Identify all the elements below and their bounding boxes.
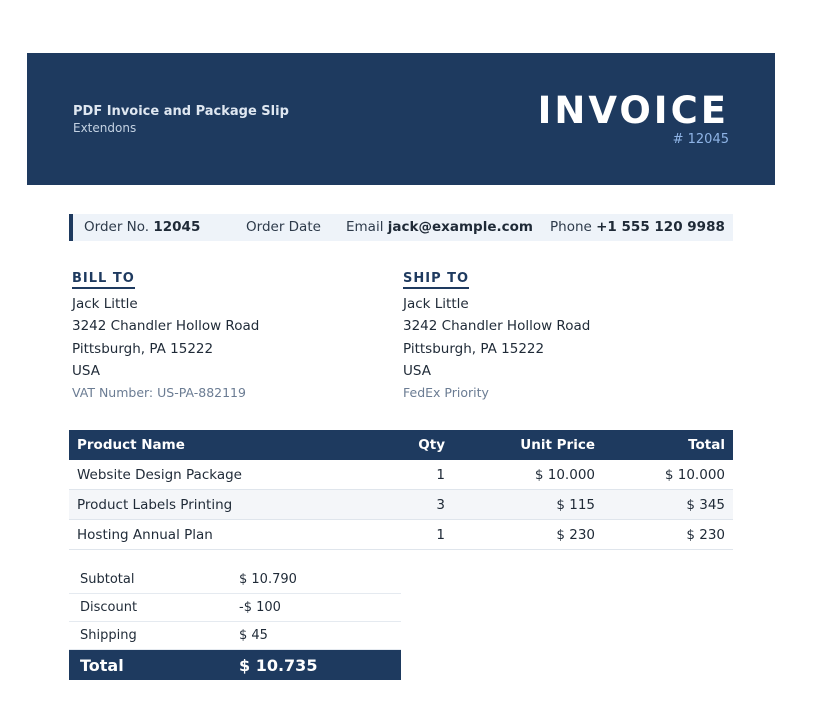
- items-table: Product Name Qty Unit Price Total Websit…: [69, 430, 733, 550]
- phone-value: +1 555 120 9988: [596, 219, 725, 235]
- invoice-title: INVOICE: [537, 89, 729, 132]
- grand-total-row: Total $ 10.735: [69, 649, 401, 680]
- line-total: $ 230: [603, 519, 733, 550]
- unit-price: $ 115: [453, 489, 603, 520]
- col-unit-price: Unit Price: [453, 430, 603, 460]
- bill-to-name: Jack Little: [72, 296, 138, 312]
- subtotal-label: Subtotal: [69, 566, 228, 594]
- product-name: Website Design Package: [69, 460, 389, 490]
- total-value: $ 10.735: [228, 649, 401, 680]
- discount-label: Discount: [69, 593, 228, 622]
- ship-to-street: 3242 Chandler Hollow Road: [403, 318, 591, 335]
- ship-to-block: SHIP TO Jack Little 3242 Chandler Hollow…: [403, 270, 590, 404]
- brand-block: PDF Invoice and Package Slip Extendons: [73, 104, 289, 136]
- subtotal-value: $ 10.790: [228, 566, 401, 594]
- line-total: $ 345: [603, 489, 733, 520]
- order-number-label: Order No.: [84, 219, 150, 235]
- phone-label: Phone: [550, 219, 592, 235]
- col-qty: Qty: [389, 430, 453, 460]
- unit-price: $ 230: [453, 519, 603, 550]
- bill-to-country: USA: [72, 362, 100, 379]
- shipping-method: FedEx Priority: [403, 385, 489, 401]
- bill-to-heading: BILL TO: [72, 271, 135, 289]
- qty: 1: [389, 519, 453, 550]
- items-header-row: Product Name Qty Unit Price Total: [69, 430, 733, 460]
- order-number: Order No. 12045: [84, 214, 200, 241]
- ship-to-city: Pittsburgh, PA 15222: [403, 340, 545, 357]
- table-row: Website Design Package 1 $ 10.000 $ 10.0…: [69, 460, 733, 490]
- invoice-header: PDF Invoice and Package Slip Extendons I…: [27, 53, 775, 185]
- order-phone: Phone +1 555 120 9988: [550, 214, 725, 241]
- email-value[interactable]: jack@example.com: [388, 219, 533, 235]
- qty: 3: [389, 489, 453, 520]
- bill-to-street: 3242 Chandler Hollow Road: [72, 318, 260, 335]
- app-title: PDF Invoice and Package Slip: [73, 104, 289, 119]
- ship-to-country: USA: [403, 362, 431, 379]
- shipping-value: $ 45: [228, 621, 401, 650]
- order-info-bar: Order No. 12045 Order Date Email jack@ex…: [69, 214, 733, 241]
- discount-row: Discount -$ 100: [69, 593, 401, 622]
- table-row: Hosting Annual Plan 1 $ 230 $ 230: [69, 519, 733, 550]
- app-subtitle: Extendons: [73, 121, 137, 135]
- subtotal-row: Subtotal $ 10.790: [69, 566, 401, 594]
- bill-to-block: BILL TO Jack Little 3242 Chandler Hollow…: [72, 270, 259, 404]
- email-label: Email: [346, 219, 384, 235]
- qty: 1: [389, 460, 453, 490]
- discount-value: -$ 100: [228, 593, 401, 622]
- order-date-label: Order Date: [246, 219, 321, 235]
- order-email: Email jack@example.com: [346, 214, 533, 241]
- bill-to-city: Pittsburgh, PA 15222: [72, 340, 214, 357]
- totals-table: Subtotal $ 10.790 Discount -$ 100 Shippi…: [69, 566, 401, 680]
- invoice-number: # 12045: [672, 132, 729, 147]
- product-name: Hosting Annual Plan: [69, 519, 389, 550]
- col-total: Total: [603, 430, 733, 460]
- product-name: Product Labels Printing: [69, 489, 389, 520]
- ship-to-heading: SHIP TO: [403, 271, 470, 289]
- unit-price: $ 10.000: [453, 460, 603, 490]
- line-total: $ 10.000: [603, 460, 733, 490]
- table-row: Product Labels Printing 3 $ 115 $ 345: [69, 489, 733, 520]
- vat-number: VAT Number: US-PA-882119: [72, 385, 246, 401]
- order-number-value: 12045: [153, 219, 201, 235]
- total-label: Total: [69, 649, 228, 680]
- shipping-label: Shipping: [69, 621, 228, 650]
- ship-to-name: Jack Little: [403, 296, 469, 312]
- col-product-name: Product Name: [69, 430, 389, 460]
- shipping-row: Shipping $ 45: [69, 621, 401, 650]
